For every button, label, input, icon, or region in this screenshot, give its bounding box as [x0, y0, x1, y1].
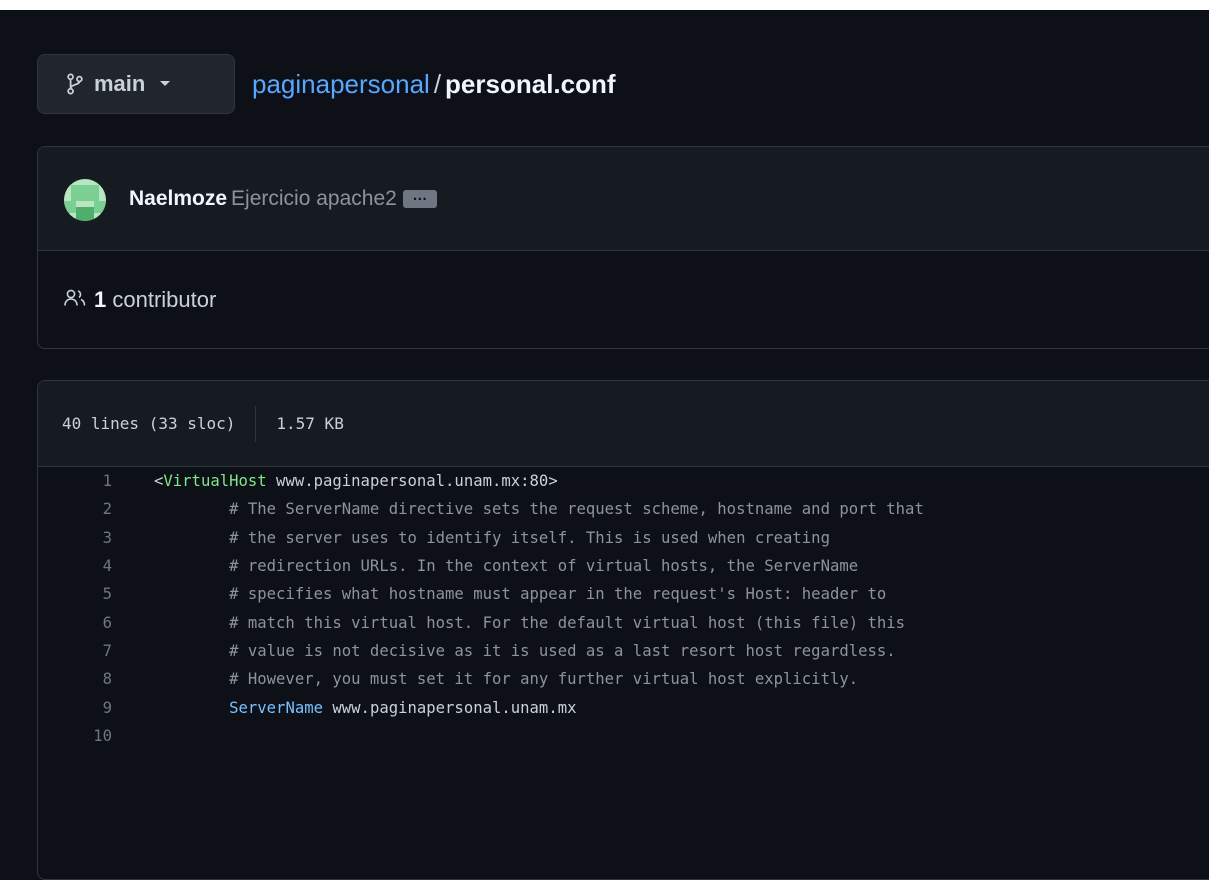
code-line: 10 — [38, 722, 1209, 750]
code-text: # The ServerName directive sets the requ… — [154, 500, 924, 518]
file-info-bar: 40 lines (33 sloc) 1.57 KB — [38, 381, 1209, 467]
branch-name: main — [94, 71, 146, 96]
code-line: 9 ServerName www.paginapersonal.unam.mx — [38, 693, 1209, 721]
code-text: <VirtualHost www.paginapersonal.unam.mx:… — [154, 472, 558, 490]
code-token: < — [154, 472, 164, 491]
code-token: # value is not decisive as it is used as… — [154, 641, 896, 660]
code-line: 8 # However, you must set it for any fur… — [38, 665, 1209, 693]
code-line: 5 # specifies what hostname must appear … — [38, 580, 1209, 608]
code-token: www.paginapersonal.unam.mx — [323, 698, 577, 717]
branch-selector-button[interactable]: main — [37, 54, 235, 114]
line-count: 40 lines (33 sloc) — [62, 414, 236, 433]
code-line: 2 # The ServerName directive sets the re… — [38, 495, 1209, 523]
code-text: # the server uses to identify itself. Th… — [154, 529, 830, 547]
contributor-label: contributor — [112, 287, 217, 312]
line-number[interactable]: 6 — [38, 614, 154, 632]
code-line: 4 # redirection URLs. In the context of … — [38, 552, 1209, 580]
people-icon — [64, 287, 86, 313]
commit-panel: Naelmoze Ejercicio apache2… 1 contributor — [37, 146, 1209, 349]
repo-link[interactable]: paginapersonal — [252, 69, 430, 99]
code-line: 1 <VirtualHost www.paginapersonal.unam.mx… — [38, 467, 1209, 495]
code-token: # However, you must set it for any furth… — [154, 670, 859, 689]
commit-line: Naelmoze Ejercicio apache2… — [129, 185, 437, 213]
code-text: # However, you must set it for any furth… — [154, 670, 858, 688]
code-token: # specifies what hostname must appear in… — [154, 585, 887, 604]
code-token: # the server uses to identify itself. Th… — [154, 528, 830, 547]
code-line: 3 # the server uses to identify itself. … — [38, 524, 1209, 552]
code-token: www.paginapersonal.unam.mx:80> — [266, 472, 558, 491]
expand-commit-button[interactable]: … — [402, 188, 437, 209]
line-number[interactable]: 1 — [38, 472, 154, 490]
code-text: # match this virtual host. For the defau… — [154, 614, 905, 632]
file-size: 1.57 KB — [276, 414, 344, 433]
code-token: ServerName — [229, 698, 323, 717]
code-block: 1 <VirtualHost www.paginapersonal.unam.mx… — [38, 467, 1209, 750]
line-number[interactable]: 2 — [38, 500, 154, 518]
code-text: # redirection URLs. In the context of vi… — [154, 557, 858, 575]
avatar[interactable] — [64, 179, 106, 221]
code-text: ServerName www.paginapersonal.unam.mx — [154, 699, 576, 717]
caret-down-icon — [159, 80, 171, 88]
commit-message-link[interactable]: Ejercicio apache2 — [231, 187, 397, 210]
git-branch-icon — [66, 73, 84, 95]
line-number[interactable]: 5 — [38, 585, 154, 603]
code-text: # value is not decisive as it is used as… — [154, 642, 896, 660]
code-token: VirtualHost — [163, 472, 267, 491]
line-number[interactable]: 7 — [38, 642, 154, 660]
code-text: # specifies what hostname must appear in… — [154, 585, 886, 603]
file-info-divider — [255, 405, 257, 442]
code-token: # match this virtual host. For the defau… — [154, 613, 906, 632]
code-line: 6 # match this virtual host. For the def… — [38, 608, 1209, 636]
line-number[interactable]: 9 — [38, 699, 154, 717]
contributors-row[interactable]: 1 contributor — [64, 287, 216, 313]
line-number[interactable]: 3 — [38, 529, 154, 547]
file-viewer: 40 lines (33 sloc) 1.57 KB 1 <VirtualHost… — [37, 380, 1209, 880]
file-name: personal.conf — [445, 69, 616, 99]
commit-author-link[interactable]: Naelmoze — [129, 187, 227, 210]
code-line: 7 # value is not decisive as it is used … — [38, 637, 1209, 665]
contributor-count: 1 — [94, 287, 107, 312]
top-white-strip — [0, 0, 1209, 10]
breadcrumb: paginapersonal / personal.conf — [252, 66, 616, 102]
latest-commit-header: Naelmoze Ejercicio apache2… — [38, 147, 1209, 251]
line-number[interactable]: 8 — [38, 670, 154, 688]
code-token: # The ServerName directive sets the requ… — [154, 500, 924, 519]
line-number[interactable]: 4 — [38, 557, 154, 575]
code-token: # redirection URLs. In the context of vi… — [154, 557, 859, 576]
breadcrumb-separator: / — [433, 69, 442, 99]
line-number[interactable]: 10 — [38, 727, 154, 745]
